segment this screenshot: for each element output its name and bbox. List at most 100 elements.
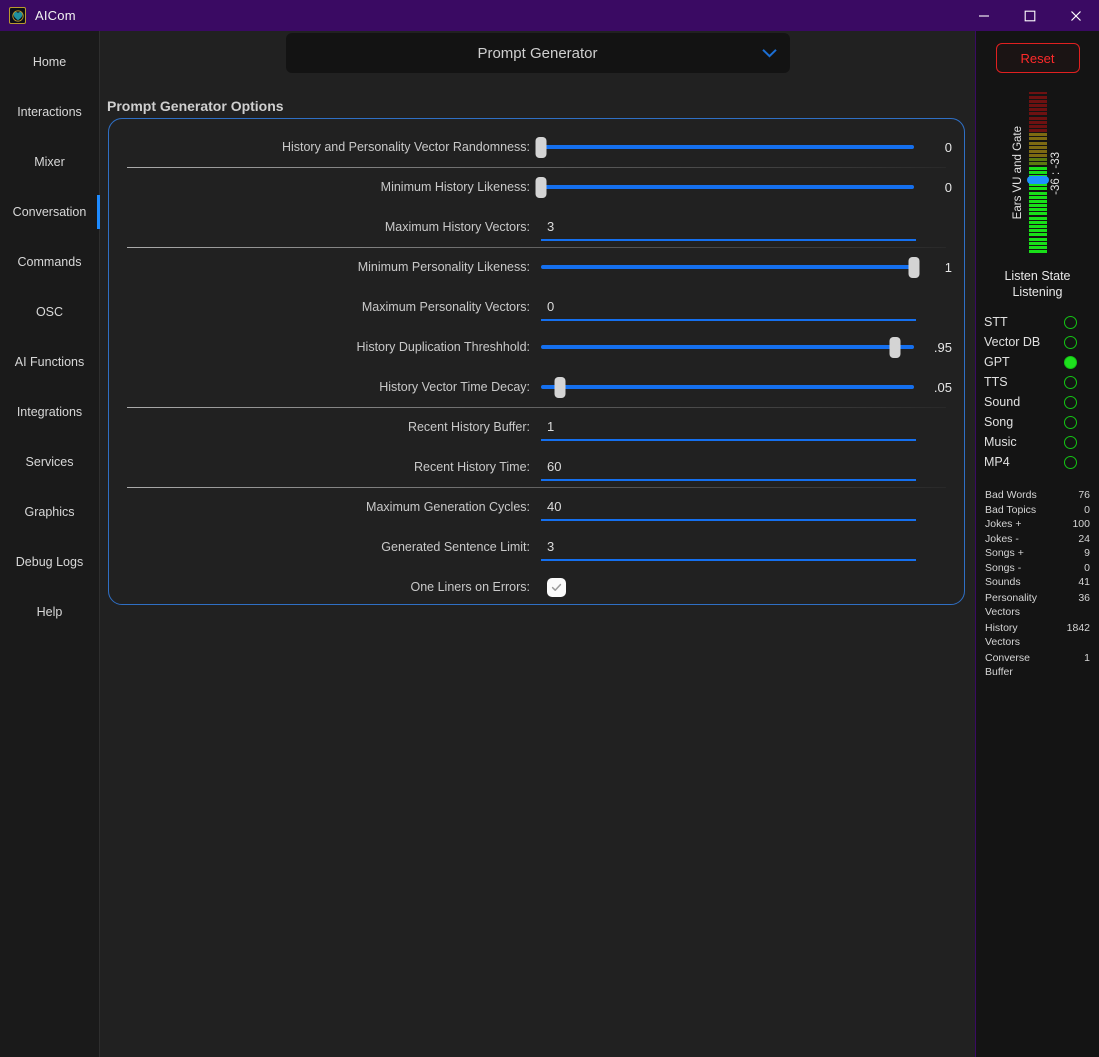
sidebar-item-services[interactable]: Services (0, 437, 99, 487)
sidebar-item-debug-logs[interactable]: Debug Logs (0, 537, 99, 587)
slider-value: 0 (922, 140, 952, 155)
sidebar-item-mixer[interactable]: Mixer (0, 137, 99, 187)
service-indicator-label: Song (984, 415, 1013, 429)
vu-segment (1029, 150, 1047, 153)
sidebar-item-commands[interactable]: Commands (0, 237, 99, 287)
option-label: Recent History Time: (109, 460, 541, 474)
option-control: 0 (541, 294, 952, 321)
app-shell: HomeInteractionsMixerConversationCommand… (0, 31, 1099, 1057)
option-row: One Liners on Errors: (109, 567, 964, 607)
stat-name: Sounds (985, 575, 1021, 589)
option-text-field[interactable]: 1 (541, 414, 916, 441)
option-text-field[interactable]: 3 (541, 534, 916, 561)
listen-state-title: Listen State (1004, 269, 1070, 285)
option-slider[interactable] (541, 376, 914, 398)
reset-button[interactable]: Reset (996, 43, 1080, 73)
sidebar-item-osc[interactable]: OSC (0, 287, 99, 337)
slider-thumb[interactable] (890, 337, 901, 358)
stat-value: 24 (1078, 532, 1090, 546)
sidebar-item-label: OSC (36, 305, 63, 319)
stat-row: Bad Topics0 (985, 503, 1090, 517)
option-text-field[interactable]: 60 (541, 454, 916, 481)
stat-value: 1 (1084, 651, 1090, 665)
option-control: 0 (541, 176, 952, 198)
sidebar-item-conversation[interactable]: Conversation (0, 187, 99, 237)
option-control: 1 (541, 414, 952, 441)
sidebar-item-graphics[interactable]: Graphics (0, 487, 99, 537)
vu-segment (1029, 217, 1047, 220)
minimize-button[interactable] (961, 0, 1007, 31)
option-row: Minimum History Likeness:0 (109, 167, 964, 207)
vu-segment (1029, 108, 1047, 111)
service-indicator-song: Song (984, 412, 1091, 432)
slider-thumb[interactable] (536, 137, 547, 158)
vu-segment (1029, 171, 1047, 174)
option-control: 3 (541, 214, 952, 241)
vu-segment (1029, 112, 1047, 115)
stat-name: Bad Topics (985, 503, 1036, 517)
option-control: 1 (541, 256, 952, 278)
vu-segment (1029, 96, 1047, 99)
chevron-down-icon (762, 49, 777, 58)
option-label: Maximum Personality Vectors: (109, 300, 541, 314)
slider-thumb[interactable] (536, 177, 547, 198)
option-slider[interactable] (541, 336, 914, 358)
slider-thumb[interactable] (909, 257, 920, 278)
status-panel: Reset Ears VU and Gate -36 : -33 Listen … (975, 31, 1099, 1057)
sidebar-item-integrations[interactable]: Integrations (0, 387, 99, 437)
service-indicator-stt: STT (984, 312, 1091, 332)
option-control (541, 578, 952, 597)
service-indicator-music: Music (984, 432, 1091, 452)
option-row: Recent History Time:60 (109, 447, 964, 487)
stat-row: Sounds41 (985, 575, 1090, 589)
stat-row: Songs -0 (985, 561, 1090, 575)
option-text-field[interactable]: 40 (541, 494, 916, 521)
sidebar-item-home[interactable]: Home (0, 37, 99, 87)
stat-row: Personality Vectors36 (985, 591, 1090, 620)
sidebar-item-help[interactable]: Help (0, 587, 99, 637)
option-control: 60 (541, 454, 952, 481)
vu-segment (1029, 233, 1047, 236)
option-control: 3 (541, 534, 952, 561)
option-label: History Vector Time Decay: (109, 380, 541, 394)
vu-segment (1029, 200, 1047, 203)
service-indicator-mp4: MP4 (984, 452, 1091, 472)
option-text-field[interactable]: 3 (541, 214, 916, 241)
option-text-field[interactable]: 0 (541, 294, 916, 321)
option-slider[interactable] (541, 256, 914, 278)
slider-value: 0 (922, 180, 952, 195)
option-control: 0 (541, 136, 952, 158)
maximize-button[interactable] (1007, 0, 1053, 31)
option-slider[interactable] (541, 136, 914, 158)
listen-state-value: Listening (1004, 285, 1070, 301)
status-led (1064, 416, 1077, 429)
stat-value: 36 (1078, 591, 1090, 605)
sidebar-item-label: Help (37, 605, 63, 619)
sidebar-item-label: Graphics (24, 505, 74, 519)
stat-name: Songs + (985, 546, 1024, 560)
slider-thumb[interactable] (554, 377, 565, 398)
sidebar-item-ai-functions[interactable]: AI Functions (0, 337, 99, 387)
prompt-generator-options-panel: History and Personality Vector Randomnes… (108, 118, 965, 605)
stat-row: Jokes -24 (985, 532, 1090, 546)
stat-name: Jokes + (985, 517, 1021, 531)
close-button[interactable] (1053, 0, 1099, 31)
option-label: Maximum History Vectors: (109, 220, 541, 234)
slider-value: .05 (922, 380, 952, 395)
sidebar-item-interactions[interactable]: Interactions (0, 87, 99, 137)
option-checkbox[interactable] (547, 578, 566, 597)
service-indicator-list: STTVector DBGPTTTSSoundSongMusicMP4 (976, 312, 1099, 472)
vu-gate-marker[interactable] (1027, 176, 1049, 184)
vu-meter-readout: -36 : -33 (1051, 152, 1063, 195)
heart-shield-icon (9, 7, 26, 24)
option-slider[interactable] (541, 176, 914, 198)
vu-segment (1029, 196, 1047, 199)
option-label: Generated Sentence Limit: (109, 540, 541, 554)
service-indicator-gpt: GPT (984, 352, 1091, 372)
mode-select-dropdown[interactable]: Prompt Generator (286, 33, 790, 73)
vu-segment (1029, 129, 1047, 132)
option-row: Maximum Personality Vectors:0 (109, 287, 964, 327)
option-label: History Duplication Threshhold: (109, 340, 541, 354)
vu-segment (1029, 121, 1047, 124)
vu-meter-label: Ears VU and Gate (1013, 126, 1025, 219)
